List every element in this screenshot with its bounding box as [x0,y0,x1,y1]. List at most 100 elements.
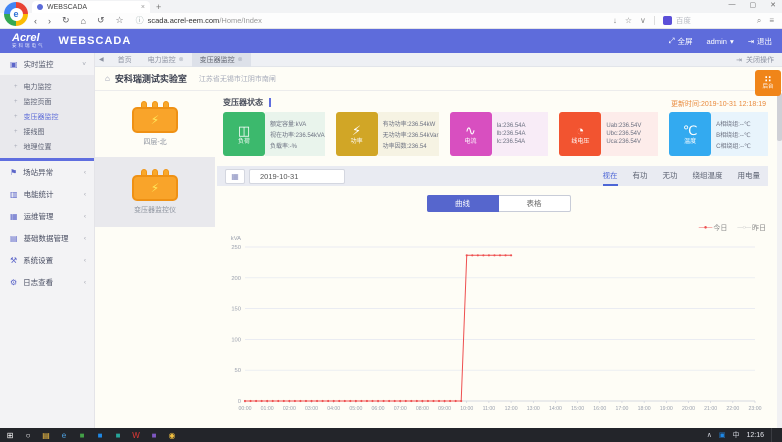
tray-clock[interactable]: 12:16 [746,432,764,439]
logout-button[interactable]: ⇥ 退出 [748,36,772,47]
metric-tab-active-power[interactable]: 有功 [633,167,648,186]
metric-tab-energy-consumption[interactable]: 用电量 [738,167,761,186]
taskbar-start-button[interactable]: ⊞ [4,429,16,441]
show-desktop-button[interactable] [771,428,774,442]
svg-text:22:00: 22:00 [726,406,739,412]
sidebar-item-log-viewer[interactable]: ⚙ 日志查看 ‹ [0,271,94,293]
taskbar-app-green-icon[interactable]: ■ [76,429,88,441]
tray-ime-indicator[interactable]: 中 [732,430,739,440]
download-icon[interactable]: ↓ [613,16,617,25]
window-close-button[interactable]: ✕ [770,1,776,9]
backend-button[interactable]: ∷ 后台 [755,70,781,96]
toolbar-divider [653,16,655,25]
sidebar-item-basic-data-management[interactable]: ▤ 基础数据管理 ‹ [0,227,94,249]
bookmark-star-icon[interactable]: ☆ [625,16,632,25]
date-input[interactable] [249,168,345,184]
main-panel: 变压器状态 更新时间:2019-10-31 12:18:19 ◫ 负荷 额定容量… [215,91,782,428]
taskbar-app-purple-icon[interactable]: ■ [148,429,160,441]
taskbar-browser-icon[interactable]: e [58,429,70,441]
device-item-floor4-north[interactable]: ⚡ 四层-北 [95,91,215,157]
fullscreen-button[interactable]: ⤢ 全屏 [669,36,693,47]
refresh-icon[interactable]: ↻ [62,15,70,26]
bolt-icon: ⚡ [150,113,160,127]
tab-close-icon[interactable]: ⊗ [238,56,243,63]
svg-text:100: 100 [231,337,241,343]
tab-close-icon[interactable]: ⊗ [179,56,184,63]
sidebar-item-monitor-page[interactable]: + 监控页面 [0,94,94,109]
close-operations-icon: ⇥ [736,56,742,64]
sidebar-item-energy-statistics[interactable]: ▥ 电能统计 ‹ [0,183,94,205]
window-minimize-button[interactable]: — [729,1,736,9]
bullet-icon: + [14,128,18,135]
taskbar-app-blue-icon[interactable]: ■ [94,429,106,441]
tray-chevron-up-icon[interactable]: ∧ [707,431,712,439]
tab-power-monitor[interactable]: 电力监控 ⊗ [140,53,192,67]
chevron-down-icon: ˅ [82,60,86,68]
chart-controls: ▦ 视在 有功 无功 绕组温度 用电量 [217,166,768,186]
forward-icon[interactable]: › [48,16,51,26]
card-current: ∿ 电流 Ia:236.54A Ib:236.54A Ic:236.54A [449,112,549,156]
logout-icon: ⇥ [747,36,754,46]
window-maximize-button[interactable]: ▢ [750,1,757,9]
metric-tab-apparent[interactable]: 视在 [602,167,618,186]
acrel-logo: Acrel 安科瑞电气 [12,32,45,49]
metric-tab-reactive-power[interactable]: 无功 [663,167,678,186]
calendar-icon[interactable]: ▦ [225,168,245,184]
user-menu[interactable]: admin ▾ [707,37,734,46]
svg-text:07:00: 07:00 [394,406,407,412]
browser-logo-icon[interactable]: e [4,2,28,26]
sidebar-item-system-settings[interactable]: ⚒ 系统设置 ‹ [0,249,94,271]
search-icon[interactable]: ⌕ [757,16,761,26]
card-line-voltage: ◔ 线电压 Uab:236.54V Ubc:236.54V Uca:236.54… [559,112,659,156]
sidebar-item-station-abnormal[interactable]: ⚑ 场站异常 ‹ [0,161,94,183]
tray-app-icon[interactable]: ▣ [719,431,726,439]
svg-text:18:00: 18:00 [638,406,651,412]
card-power: ⚡ 功率 有功功率:236.54kW 无功功率:236.54kVar 功率因数:… [335,112,439,156]
sidebar-item-transformer-monitor[interactable]: + 变压器监控 [0,109,94,124]
address-bar[interactable]: scada.acrel-eem.com/Home/Index [148,16,262,25]
browser-tab[interactable]: WEBSCADA × [32,1,150,13]
browser-titlebar: WEBSCADA × + — ▢ ✕ [0,0,782,13]
svg-text:23:00: 23:00 [749,406,762,412]
taskbar-app-teal-icon[interactable]: ■ [112,429,124,441]
tab-home[interactable]: 首页 [110,53,140,67]
caret-down-icon[interactable]: ∨ [640,16,646,25]
taskbar-file-explorer-icon[interactable]: ▤ [40,429,52,441]
history-icon[interactable]: ↺ [97,15,105,26]
search-engine-name: 百度 [675,16,691,25]
site-info-icon[interactable]: ⓘ [136,15,144,26]
svg-text:12:00: 12:00 [505,406,518,412]
favorite-icon[interactable]: ☆ [116,15,124,26]
view-tab-curve[interactable]: 曲线 [426,195,499,212]
home-icon[interactable]: ⌂ [81,16,86,26]
calendar-icon: ▤ [10,233,18,243]
bullet-icon: + [14,113,18,120]
close-operations-button[interactable]: ⇥ 关闭操作 [736,55,774,65]
metric-tab-winding-temperature[interactable]: 绕组温度 [693,167,723,186]
search-box[interactable]: 百度 [662,15,749,26]
flag-icon: ⚑ [10,167,18,177]
svg-text:06:00: 06:00 [372,406,385,412]
taskbar-wps-icon[interactable]: W [130,429,142,441]
gear-icon: ⚙ [10,277,18,287]
back-icon[interactable]: ‹ [34,16,37,26]
line-voltage-icon: ◔ [576,122,585,138]
new-tab-button[interactable]: + [156,2,161,12]
sidebar-item-wiring-diagram[interactable]: + 接线图 [0,124,94,139]
taskbar-chrome-icon[interactable]: ◉ [166,429,178,441]
taskbar-search-button[interactable]: ○ [22,429,34,441]
sidebar-collapse-button[interactable]: ◀ [99,56,104,63]
sidebar-item-realtime-monitor[interactable]: ▣ 实时监控 ˅ [0,53,94,75]
view-tab-table[interactable]: 表格 [498,195,571,212]
svg-text:20:00: 20:00 [682,406,695,412]
device-item-transformer-monitor-unit[interactable]: ⚡ 变压器监控仪 [95,157,215,227]
sidebar-item-geo-location[interactable]: + 地理位置 [0,139,94,154]
sidebar-item-power-monitor[interactable]: + 电力监控 [0,79,94,94]
menu-icon[interactable]: ≡ [769,16,774,25]
sidebar-item-operation-management[interactable]: ▦ 运维管理 ‹ [0,205,94,227]
svg-text:0: 0 [238,399,241,405]
chevron-left-icon: ‹ [83,256,86,264]
svg-text:14:00: 14:00 [549,406,562,412]
tab-transformer-monitor[interactable]: 变压器监控 ⊗ [191,52,251,67]
tab-close-icon[interactable]: × [141,4,145,11]
